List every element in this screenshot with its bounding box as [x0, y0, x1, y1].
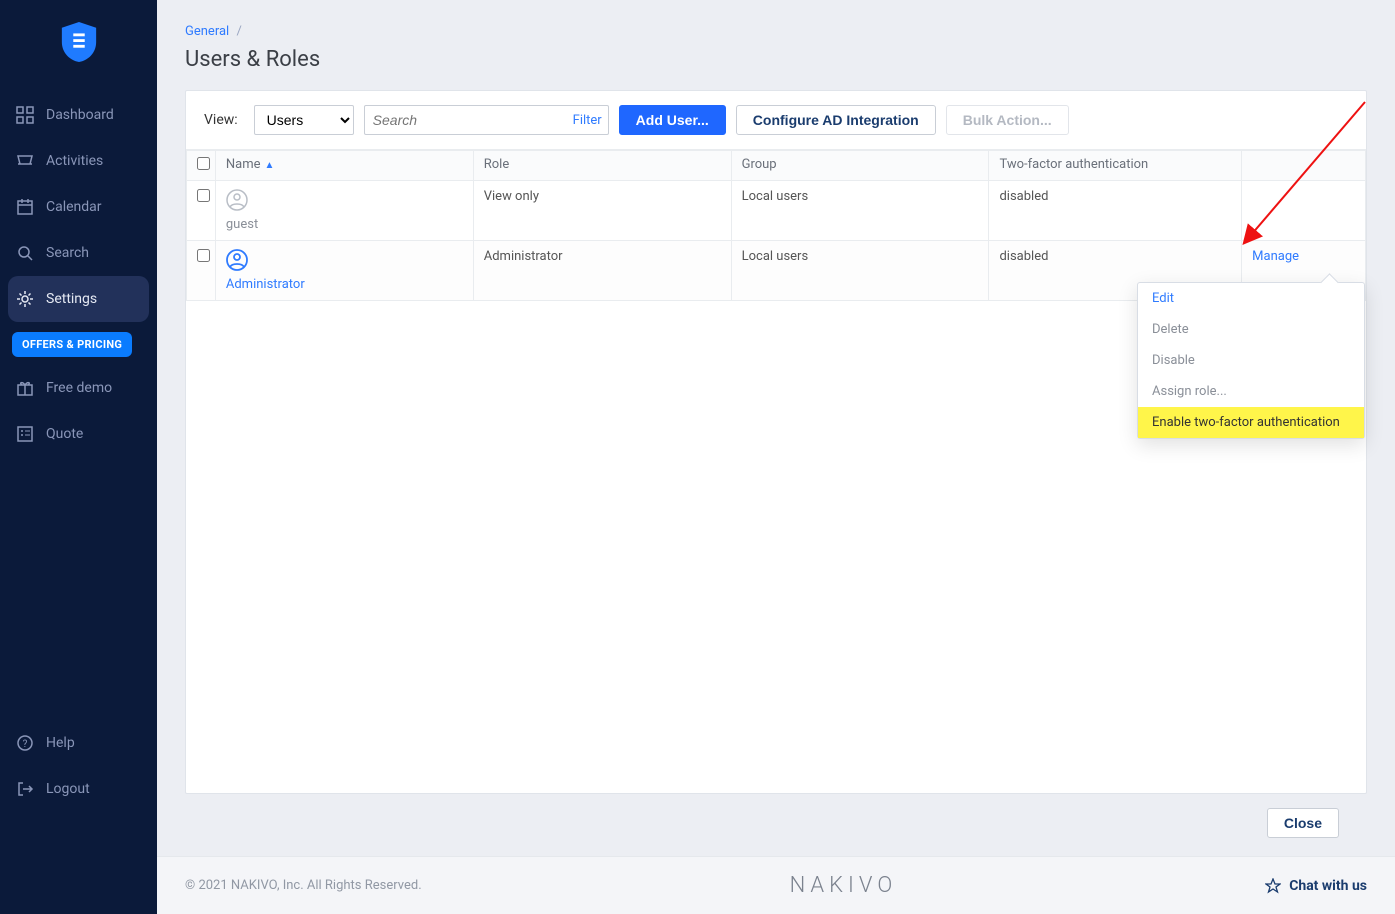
quote-icon — [16, 425, 34, 443]
row-checkbox[interactable] — [197, 189, 210, 202]
user-role[interactable]: Administrator — [473, 241, 731, 301]
col-group-header[interactable]: Group — [731, 151, 989, 181]
main-content: General / Users & Roles View: Users Filt… — [157, 0, 1395, 914]
sidebar-item-label: Help — [46, 735, 75, 751]
dropdown-item-assign-role[interactable]: Assign role... — [1138, 376, 1364, 407]
dropdown-item-disable[interactable]: Disable — [1138, 345, 1364, 376]
select-all-checkbox[interactable] — [197, 157, 210, 170]
dropdown-item-delete[interactable]: Delete — [1138, 314, 1364, 345]
search-wrap: Filter — [364, 105, 609, 135]
help-icon: ? — [16, 734, 34, 752]
configure-ad-button[interactable]: Configure AD Integration — [736, 105, 936, 135]
page-title: Users & Roles — [185, 47, 1367, 72]
users-panel: View: Users Filter Add User... Configure… — [185, 90, 1367, 794]
user-name: guest — [226, 217, 463, 232]
user-group: Local users — [731, 181, 989, 241]
sort-asc-icon: ▲ — [265, 160, 275, 171]
app-logo — [0, 12, 157, 72]
sidebar-item-label: Quote — [46, 426, 83, 442]
user-group: Local users — [731, 241, 989, 301]
sidebar-item-label: Logout — [46, 781, 90, 797]
dropdown-item-edit[interactable]: Edit — [1138, 283, 1364, 314]
shield-icon — [61, 22, 97, 62]
sidebar-item-label: Settings — [46, 291, 97, 307]
chat-link[interactable]: Chat with us — [1265, 878, 1367, 894]
view-label: View: — [204, 112, 238, 128]
user-avatar-icon — [226, 189, 248, 211]
calendar-icon — [16, 198, 34, 216]
user-2fa: disabled — [989, 181, 1242, 241]
breadcrumb-separator: / — [236, 24, 241, 39]
star-icon — [1265, 878, 1281, 894]
sidebar-item-label: Dashboard — [46, 107, 114, 123]
col-actions-header — [1242, 151, 1366, 181]
sidebar-item-help[interactable]: ? Help — [0, 720, 157, 766]
col-role-header[interactable]: Role — [473, 151, 731, 181]
filter-link[interactable]: Filter — [563, 113, 612, 128]
brand-logo-text: NAKIVO — [790, 873, 898, 898]
dropdown-item-enable-2fa[interactable]: Enable two-factor authentication — [1138, 407, 1364, 438]
search-icon — [16, 244, 34, 262]
gift-icon — [16, 379, 34, 397]
sidebar-item-quote[interactable]: Quote — [0, 411, 157, 457]
sidebar-item-activities[interactable]: Activities — [0, 138, 157, 184]
col-2fa-header[interactable]: Two-factor authentication — [989, 151, 1242, 181]
sidebar-item-free-demo[interactable]: Free demo — [0, 365, 157, 411]
toolbar: View: Users Filter Add User... Configure… — [186, 91, 1366, 150]
sidebar-item-label: Calendar — [46, 199, 102, 215]
copyright: © 2021 NAKIVO, Inc. All Rights Reserved. — [185, 878, 422, 893]
offers-pricing-badge[interactable]: OFFERS & PRICING — [12, 332, 132, 357]
footer: © 2021 NAKIVO, Inc. All Rights Reserved.… — [157, 856, 1395, 914]
inbox-icon — [16, 152, 34, 170]
logout-icon — [16, 780, 34, 798]
sidebar-item-logout[interactable]: Logout — [0, 766, 157, 812]
breadcrumb: General / — [185, 24, 1367, 39]
user-role: View only — [473, 181, 731, 241]
user-name[interactable]: Administrator — [226, 277, 463, 292]
table-row[interactable]: guest View only Local users disabled — [187, 181, 1366, 241]
sidebar-item-settings[interactable]: Settings — [8, 276, 149, 322]
svg-text:?: ? — [23, 739, 28, 750]
manage-link[interactable]: Manage — [1252, 249, 1299, 264]
sidebar-item-label: Activities — [46, 153, 103, 169]
sidebar-item-dashboard[interactable]: Dashboard — [0, 92, 157, 138]
grid-icon — [16, 106, 34, 124]
sidebar: Dashboard Activities Calendar Search — [0, 0, 157, 914]
users-table: Name▲ Role Group Two-factor authenticati… — [186, 150, 1366, 301]
search-input[interactable] — [365, 112, 563, 128]
view-select[interactable]: Users — [254, 105, 354, 135]
add-user-button[interactable]: Add User... — [619, 105, 726, 135]
sidebar-item-calendar[interactable]: Calendar — [0, 184, 157, 230]
sidebar-item-label: Free demo — [46, 380, 112, 396]
breadcrumb-root[interactable]: General — [185, 24, 229, 39]
user-avatar-icon — [226, 249, 248, 271]
col-name-header[interactable]: Name▲ — [215, 151, 473, 181]
bulk-action-button: Bulk Action... — [946, 105, 1069, 135]
sidebar-item-search[interactable]: Search — [0, 230, 157, 276]
manage-dropdown: Edit Delete Disable Assign role... Enabl… — [1137, 282, 1365, 439]
sidebar-item-label: Search — [46, 245, 89, 261]
row-checkbox[interactable] — [197, 249, 210, 262]
close-button[interactable]: Close — [1267, 808, 1339, 838]
gear-icon — [16, 290, 34, 308]
